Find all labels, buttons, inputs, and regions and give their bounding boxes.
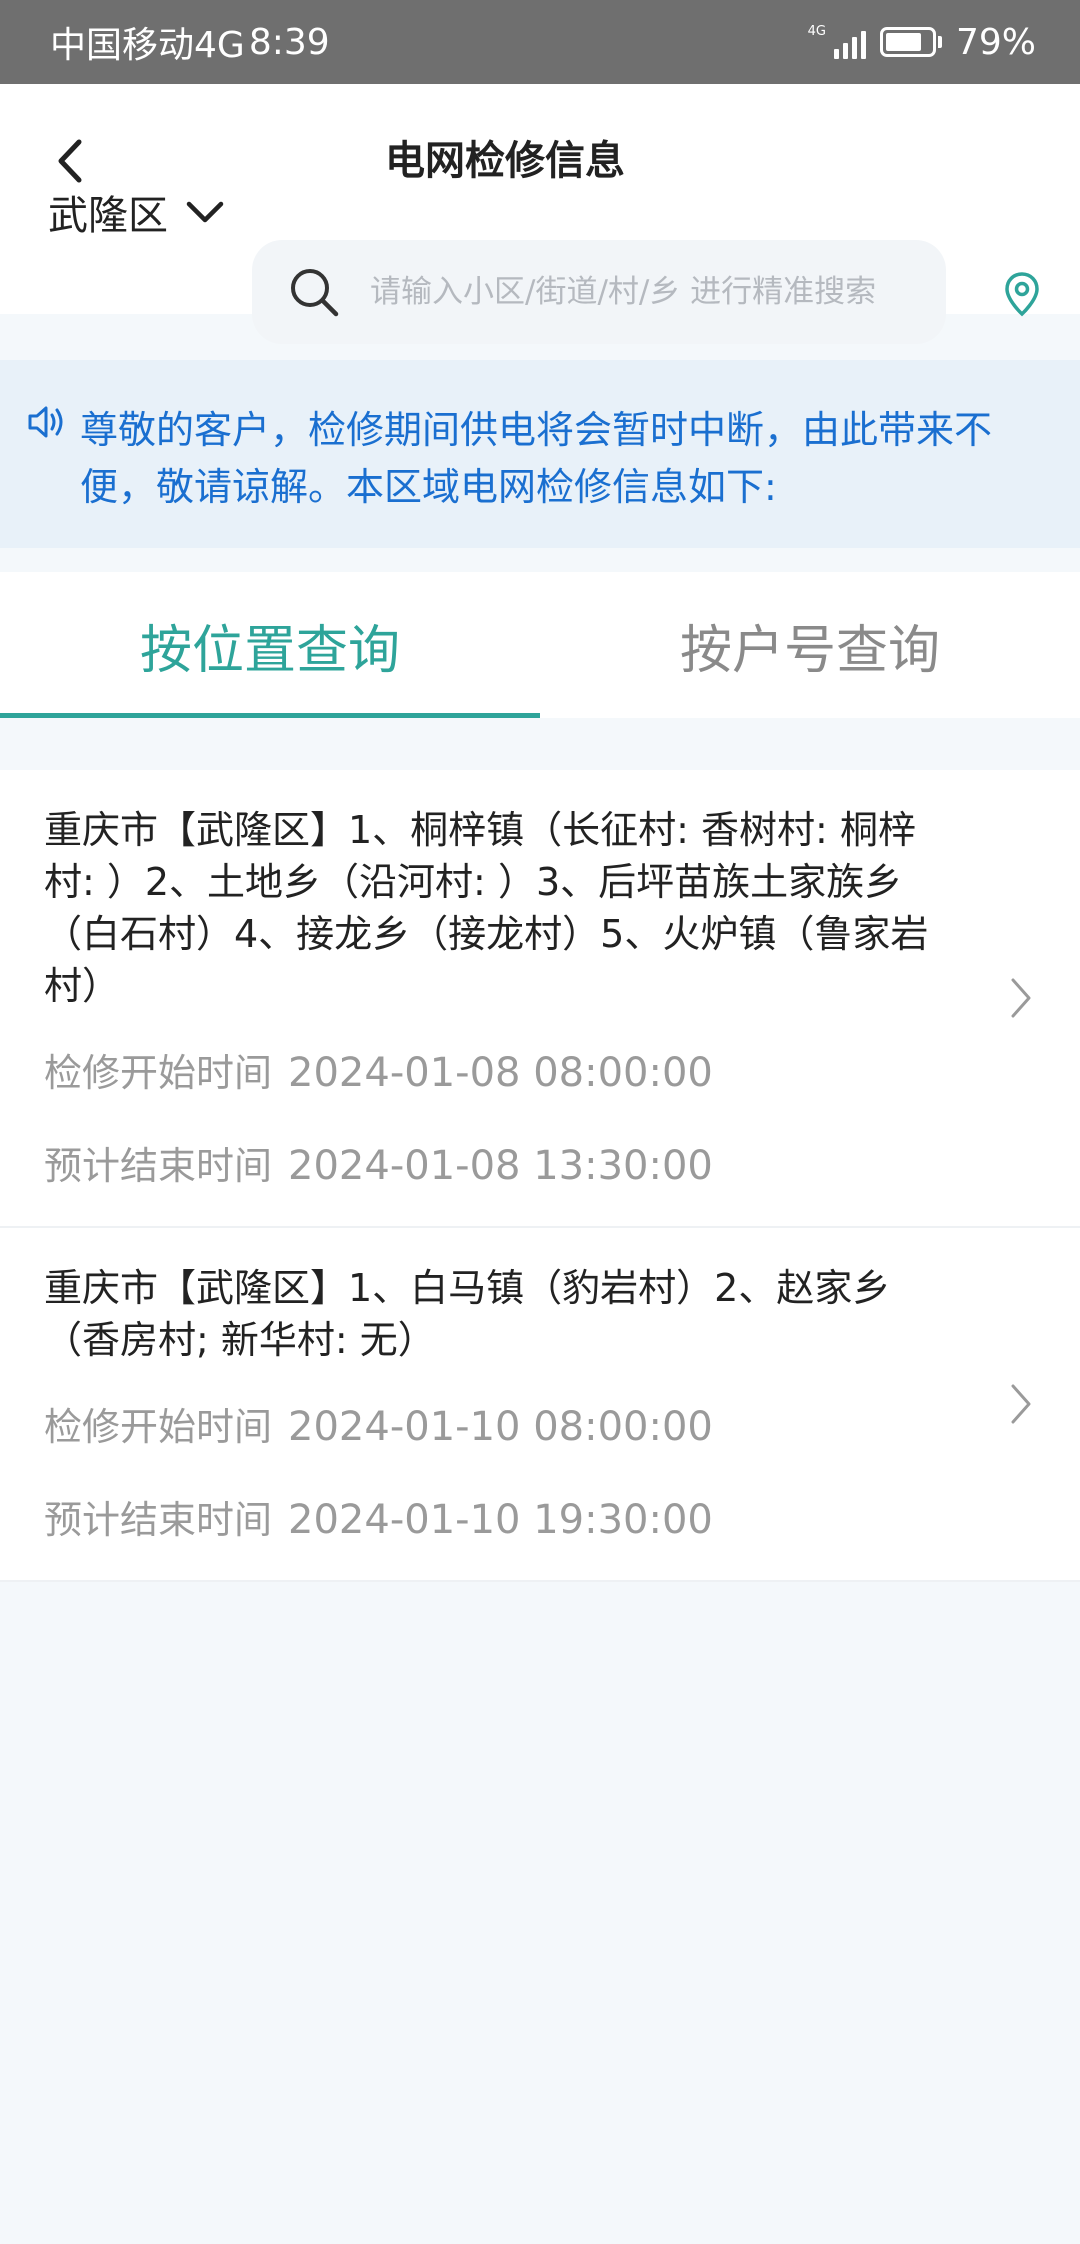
end-time-label: 预计结束时间: [44, 1144, 273, 1188]
list-item[interactable]: 重庆市【武隆区】1、白马镇（豹岩村）2、赵家乡（香房村; 新华村: 无） 检修开…: [0, 1228, 1080, 1582]
search-box[interactable]: [252, 240, 946, 344]
end-time-label: 预计结束时间: [44, 1498, 273, 1542]
chevron-right-icon: [1006, 1379, 1036, 1429]
district-label: 武隆区: [48, 193, 168, 239]
notice-banner: 尊敬的客户，检修期间供电将会暂时中断，由此带来不便，敬请谅解。本区域电网检修信息…: [0, 360, 1080, 548]
end-time-row: 预计结束时间 2024-01-08 13:30:00: [44, 1135, 1036, 1190]
search-input[interactable]: [370, 274, 930, 310]
signal-icon: 4G: [808, 25, 866, 59]
start-time-value: 2024-01-10 08:00:00: [288, 1404, 713, 1450]
chevron-down-icon: [186, 201, 224, 223]
start-time-row: 检修开始时间 2024-01-08 08:00:00: [44, 1042, 1036, 1097]
end-time-value: 2024-01-08 13:30:00: [288, 1143, 713, 1189]
speaker-icon: [26, 402, 80, 548]
location-button[interactable]: [994, 266, 1050, 322]
chevron-right-icon: [1006, 973, 1036, 1023]
start-time-label: 检修开始时间: [44, 1051, 273, 1095]
status-left: 中国移动4G 8:39: [50, 16, 330, 68]
outage-list: 重庆市【武隆区】1、桐梓镇（长征村: 香树村: 桐梓村: ）2、土地乡（沿河村:…: [0, 770, 1080, 1582]
end-time-row: 预计结束时间 2024-01-10 19:30:00: [44, 1489, 1036, 1544]
start-time-value: 2024-01-08 08:00:00: [288, 1050, 713, 1096]
search-icon: [291, 269, 339, 317]
location-pin-icon: [1005, 272, 1039, 317]
end-time-value: 2024-01-10 19:30:00: [288, 1497, 713, 1543]
carrier-label: 中国移动4G: [50, 25, 245, 66]
page-title: 电网检修信息: [385, 138, 625, 184]
battery-percent: 79%: [955, 21, 1036, 63]
list-item[interactable]: 重庆市【武隆区】1、桐梓镇（长征村: 香树村: 桐梓村: ）2、土地乡（沿河村:…: [0, 770, 1080, 1228]
status-bar: 中国移动4G 8:39 4G 79%: [0, 0, 1080, 84]
start-time-row: 检修开始时间 2024-01-10 08:00:00: [44, 1396, 1036, 1451]
start-time-label: 检修开始时间: [44, 1405, 273, 1449]
tab-by-account[interactable]: 按户号查询: [540, 572, 1080, 718]
outage-area-text: 重庆市【武隆区】1、白马镇（豹岩村）2、赵家乡（香房村; 新华村: 无）: [44, 1266, 891, 1362]
notice-text: 尊敬的客户，检修期间供电将会暂时中断，由此带来不便，敬请谅解。本区域电网检修信息…: [80, 408, 993, 509]
query-tabs: 按位置查询 按户号查询: [0, 572, 1080, 718]
network-type-label: 4G: [807, 24, 826, 39]
battery-icon: [879, 27, 942, 57]
clock: 8:39: [248, 21, 330, 63]
tab-by-location[interactable]: 按位置查询: [0, 572, 540, 718]
status-right: 4G 79%: [808, 22, 1036, 63]
district-selector[interactable]: 武隆区: [48, 182, 224, 242]
outage-area-text: 重庆市【武隆区】1、桐梓镇（长征村: 香树村: 桐梓村: ）2、土地乡（沿河村:…: [44, 808, 929, 1008]
